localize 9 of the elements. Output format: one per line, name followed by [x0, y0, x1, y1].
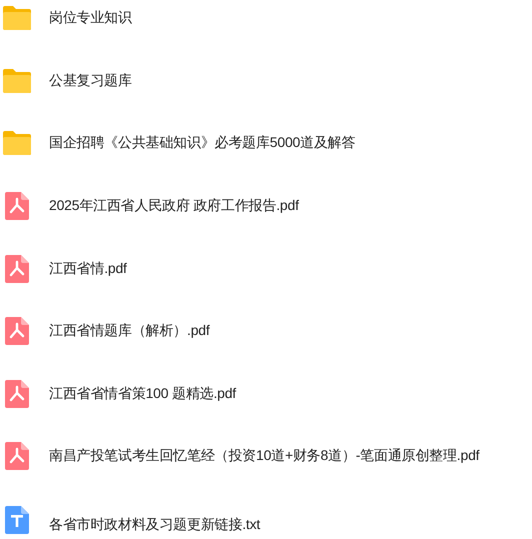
- file-name[interactable]: 2025年江西省人民政府 政府工作报告.pdf: [49, 197, 299, 216]
- file-name[interactable]: 国企招聘《公共基础知识》必考题库5000道及解答: [49, 134, 356, 152]
- file-name[interactable]: 江西省省情省策100 题精选.pdf: [49, 384, 236, 403]
- file-name[interactable]: 岗位专业知识: [49, 9, 132, 28]
- file-name[interactable]: 公基复习题库: [49, 72, 132, 90]
- file-name[interactable]: 各省市时政材料及习题更新链接.txt: [49, 516, 260, 534]
- file-name[interactable]: 南昌产投笔试考生回忆笔经（投资10道+财务8道）-笔面通原创整理.pdf: [49, 447, 480, 466]
- file-name[interactable]: 江西省情题库（解析）.pdf: [49, 322, 210, 340]
- file-name[interactable]: 江西省情.pdf: [49, 260, 127, 278]
